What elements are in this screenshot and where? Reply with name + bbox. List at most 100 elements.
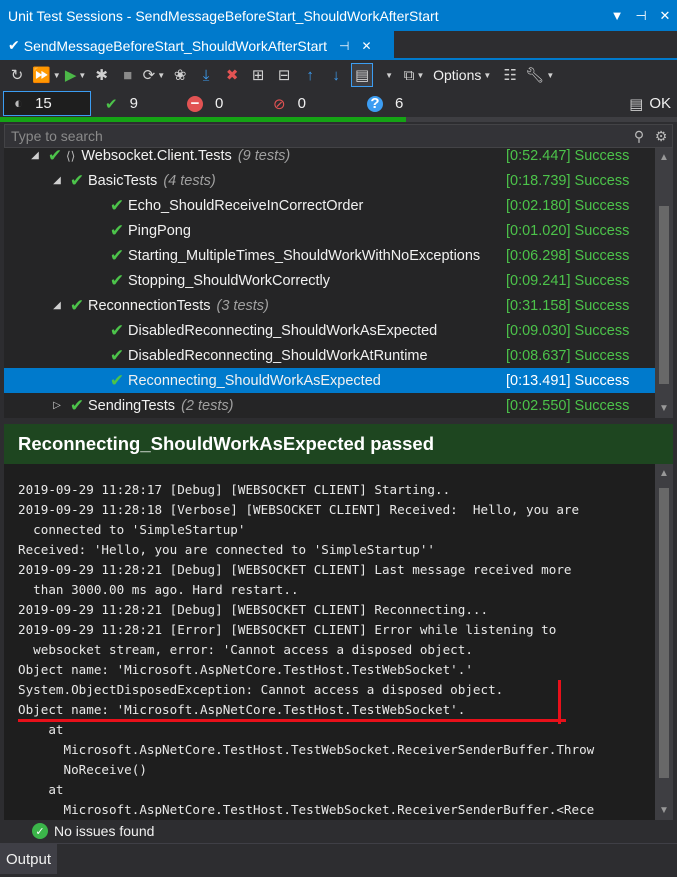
tree-row[interactable]: ✔ DisabledReconnecting_ShouldWorkAsExpect…: [4, 318, 655, 343]
tree-row-label: ReconnectionTests: [88, 297, 211, 314]
output-line: Microsoft.AspNetCore.TestHost.TestWebSoc…: [18, 802, 595, 817]
previous-icon[interactable]: ↑: [299, 63, 321, 87]
next-icon[interactable]: ↓: [325, 63, 347, 87]
tree-row-result: [0:06.298] Success: [506, 247, 630, 264]
output-line: Microsoft.AspNetCore.TestHost.TestWebSoc…: [18, 742, 595, 757]
tree-scrollbar[interactable]: ▲ ▼: [655, 148, 673, 418]
tree-row[interactable]: ◢ ✔ ⟨⟩ Websocket.Client.Tests (9 tests) [0:52…: [4, 148, 655, 168]
passed-check-icon: ✔: [69, 295, 85, 315]
tree-row-result: [0:09.030] Success: [506, 322, 630, 339]
tree-row[interactable]: ✔ Starting_MultipleTimes_ShouldWorkWithNo…: [4, 243, 655, 268]
export-icon[interactable]: ⧉ ▼: [403, 63, 425, 87]
tree-scroll-thumb[interactable]: [659, 206, 669, 384]
output-line: Received: 'Hello, you are connected to '…: [18, 542, 436, 557]
not-run-tests-filter[interactable]: ? 6: [361, 91, 541, 116]
refresh-icon[interactable]: ↻: [6, 63, 28, 87]
run-all-icon[interactable]: ⏩ ▼: [32, 63, 61, 87]
wrench-icon[interactable]: 🔧︎ ▼: [525, 63, 554, 87]
status-text: No issues found: [54, 823, 155, 839]
expander-icon[interactable]: ◢: [48, 300, 66, 311]
unknown-icon: ?: [367, 95, 383, 112]
passed-check-icon: ✔: [109, 245, 125, 265]
expander-icon[interactable]: ◢: [48, 175, 66, 186]
passed-tests-filter[interactable]: ✔ 9: [91, 91, 181, 116]
annotation-underline: [18, 719, 566, 722]
test-result-header: Reconnecting_ShouldWorkAsExpected passed: [4, 424, 673, 464]
session-tab[interactable]: ✔ SendMessageBeforeStart_ShouldWorkAfter…: [0, 31, 394, 60]
passed-check-icon: ✔: [47, 148, 63, 165]
tab-output[interactable]: Output: [0, 844, 57, 874]
tree-row[interactable]: ✔ PingPong [0:01.020] Success: [4, 218, 655, 243]
tree-row-result: [0:31.158] Success: [506, 297, 630, 314]
ok-label: OK: [649, 95, 671, 112]
tree-row-result: [0:09.241] Success: [506, 272, 630, 289]
dropdown-arrow-icon[interactable]: ▼: [605, 4, 629, 28]
search-options-icon[interactable]: ⚲: [628, 128, 650, 145]
output-scroll-thumb[interactable]: [659, 488, 669, 778]
failed-tests-filter[interactable]: − 0: [181, 91, 269, 116]
import-icon[interactable]: ⤓: [195, 63, 217, 87]
ignored-eye-icon: ⊘: [273, 95, 286, 113]
namespace-icon: ⟨⟩: [66, 148, 76, 163]
output-line: 2019-09-29 11:28:21 [Debug] [WEBSOCKET C…: [18, 562, 572, 577]
scroll-up-icon[interactable]: ▲: [655, 468, 673, 479]
tree-row[interactable]: ✔ DisabledReconnecting_ShouldWorkAtRuntim…: [4, 343, 655, 368]
tree-row[interactable]: ✔ Stopping_ShouldWorkCorrectly [0:09.241] …: [4, 268, 655, 293]
test-stats-bar: ◐ 15 ✔ 9 − 0 ⊘ 0 ? 6 ▤ OK: [0, 90, 677, 117]
continuous-testing-icon[interactable]: ⟳ ▼: [143, 63, 166, 87]
remove-icon[interactable]: ✖: [221, 63, 243, 87]
output-line: 2019-09-29 11:28:18 [Verbose] [WEBSOCKET…: [18, 502, 580, 517]
pin-tab-icon[interactable]: ⊣: [339, 39, 349, 53]
failed-icon: −: [187, 95, 203, 112]
tree-row[interactable]: ◢ ✔ BasicTests (4 tests) [0:18.739] Success: [4, 168, 655, 193]
tree-row-label: BasicTests: [88, 172, 158, 189]
scroll-down-icon[interactable]: ▼: [655, 805, 673, 816]
tree-row-label: Starting_MultipleTimes_ShouldWorkWithNoE…: [128, 247, 481, 264]
tree-row-count: (4 tests): [163, 172, 216, 189]
settings-gear-icon[interactable]: ⚙: [650, 128, 672, 145]
options-button[interactable]: Options ▼: [429, 63, 495, 87]
expander-icon[interactable]: ◢: [26, 150, 44, 161]
layout-icon[interactable]: ▤: [351, 63, 374, 87]
total-tests-filter[interactable]: ◐ 15: [3, 91, 91, 116]
expander-icon[interactable]: ▷: [48, 400, 66, 411]
output-line: NoReceive(): [18, 762, 147, 777]
debug-icon[interactable]: ✱: [91, 63, 113, 87]
session-tab-strip: ✔ SendMessageBeforeStart_ShouldWorkAfter…: [0, 31, 677, 60]
skipped-tests-count: 0: [297, 95, 306, 112]
close-icon[interactable]: ✕: [653, 4, 677, 28]
check-icon: ✔: [8, 37, 20, 53]
expand-all-icon[interactable]: ⊞: [247, 63, 269, 87]
tree-row[interactable]: ✔ Reconnecting_ShouldWorkAsExpected [0:13.…: [4, 368, 655, 393]
scroll-up-icon[interactable]: ▲: [655, 152, 673, 163]
output-line: Object name: 'Microsoft.AspNetCore.TestH…: [18, 662, 473, 677]
tree-row[interactable]: ◢ ✔ ReconnectionTests (3 tests) [0:31.158] S…: [4, 293, 655, 318]
success-check-icon: ✓: [32, 823, 48, 839]
tree-row[interactable]: ▷ ✔ SendingTests (2 tests) [0:02.550] Succes…: [4, 393, 655, 418]
passed-check-icon: ✔: [69, 395, 85, 415]
output-scrollbar[interactable]: ▲ ▼: [655, 464, 673, 820]
tree-row-label: Echo_ShouldReceiveInCorrectOrder: [128, 197, 364, 214]
tree-row-result: [0:02.180] Success: [506, 197, 630, 214]
passed-check-icon: ✔: [109, 270, 125, 290]
ok-button[interactable]: ▤ OK: [629, 91, 671, 116]
scroll-down-icon[interactable]: ▼: [655, 403, 673, 414]
passed-check-icon: ✔: [109, 345, 125, 365]
skipped-tests-filter[interactable]: ⊘ 0: [269, 91, 361, 116]
pin-icon[interactable]: ⊣: [629, 4, 653, 28]
close-tab-icon[interactable]: ✕: [361, 39, 371, 53]
tree-row-count: (3 tests): [216, 297, 269, 314]
session-tab-title: SendMessageBeforeStart_ShouldWorkAfterSt…: [23, 37, 327, 54]
run-icon[interactable]: ▶ ▼: [65, 63, 87, 87]
filter-icon[interactable]: ☷: [499, 63, 521, 87]
stop-icon[interactable]: ■: [117, 63, 139, 87]
passed-check-icon: ✔: [109, 370, 125, 390]
collapse-all-icon[interactable]: ⊟: [273, 63, 295, 87]
paw-icon[interactable]: ❀: [169, 63, 191, 87]
failed-tests-count: 0: [215, 95, 224, 112]
tree-row[interactable]: ✔ Echo_ShouldReceiveInCorrectOrder [0:02.1…: [4, 193, 655, 218]
search-input[interactable]: [11, 128, 628, 144]
tree-row-label: SendingTests: [88, 397, 176, 414]
layout-dropdown-icon[interactable]: ▼: [377, 63, 399, 87]
options-label: Options: [433, 67, 482, 83]
